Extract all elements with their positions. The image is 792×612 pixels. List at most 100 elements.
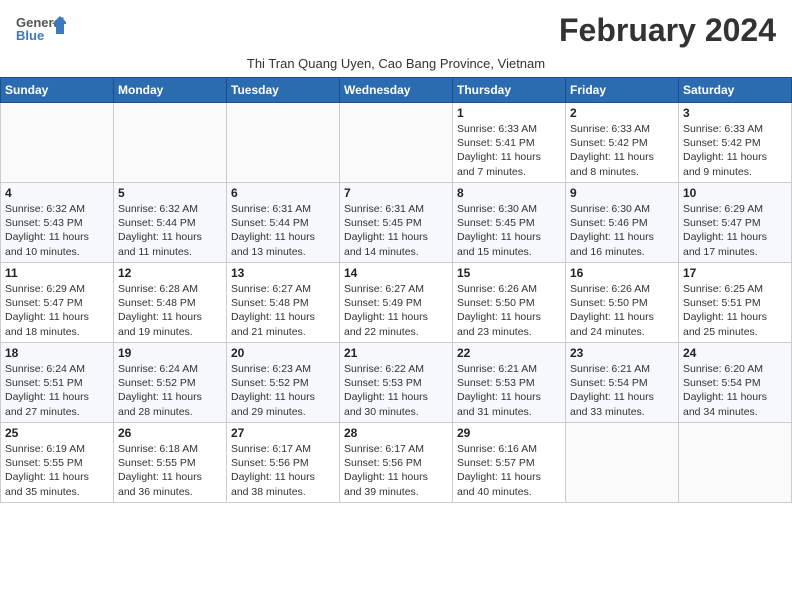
calendar-cell: 29 Sunrise: 6:16 AM Sunset: 5:57 PM Dayli… [453,423,566,503]
day-info: Sunrise: 6:26 AM Sunset: 5:50 PM Dayligh… [457,282,561,339]
day-info: Sunrise: 6:24 AM Sunset: 5:51 PM Dayligh… [5,362,109,419]
calendar-day-header: Friday [566,78,679,103]
day-info: Sunrise: 6:26 AM Sunset: 5:50 PM Dayligh… [570,282,674,339]
calendar-cell: 1 Sunrise: 6:33 AM Sunset: 5:41 PM Daylig… [453,103,566,183]
calendar-week-row: 4 Sunrise: 6:32 AM Sunset: 5:43 PM Daylig… [1,183,792,263]
calendar-day-header: Tuesday [227,78,340,103]
svg-text:Blue: Blue [16,28,44,43]
day-info: Sunrise: 6:31 AM Sunset: 5:45 PM Dayligh… [344,202,448,259]
calendar-cell: 17 Sunrise: 6:25 AM Sunset: 5:51 PM Dayli… [679,263,792,343]
day-info: Sunrise: 6:33 AM Sunset: 5:42 PM Dayligh… [683,122,787,179]
day-number: 8 [457,186,561,200]
calendar-week-row: 11 Sunrise: 6:29 AM Sunset: 5:47 PM Dayli… [1,263,792,343]
day-info: Sunrise: 6:22 AM Sunset: 5:53 PM Dayligh… [344,362,448,419]
calendar-cell [566,423,679,503]
calendar-cell: 10Sunrise: 6:29 AM Sunset: 5:47 PM Dayli… [679,183,792,263]
calendar-cell: 28Sunrise: 6:17 AM Sunset: 5:56 PM Dayli… [340,423,453,503]
calendar-cell [114,103,227,183]
day-number: 23 [570,346,674,360]
day-info: Sunrise: 6:16 AM Sunset: 5:57 PM Dayligh… [457,442,561,499]
day-info: Sunrise: 6:27 AM Sunset: 5:49 PM Dayligh… [344,282,448,339]
day-info: Sunrise: 6:17 AM Sunset: 5:56 PM Dayligh… [231,442,335,499]
day-number: 17 [683,266,787,280]
day-number: 29 [457,426,561,440]
day-number: 24 [683,346,787,360]
calendar-cell: 20 Sunrise: 6:23 AM Sunset: 5:52 PM Dayli… [227,343,340,423]
day-number: 20 [231,346,335,360]
calendar-cell: 4 Sunrise: 6:32 AM Sunset: 5:43 PM Daylig… [1,183,114,263]
calendar-cell: 15 Sunrise: 6:26 AM Sunset: 5:50 PM Dayli… [453,263,566,343]
calendar-cell: 5Sunrise: 6:32 AM Sunset: 5:44 PM Daylig… [114,183,227,263]
calendar-cell [340,103,453,183]
month-title: February 2024 [559,12,776,49]
day-number: 15 [457,266,561,280]
calendar-cell: 11 Sunrise: 6:29 AM Sunset: 5:47 PM Dayli… [1,263,114,343]
header-right: February 2024 [559,12,776,49]
calendar-cell: 7 Sunrise: 6:31 AM Sunset: 5:45 PM Daylig… [340,183,453,263]
calendar-cell: 12Sunrise: 6:28 AM Sunset: 5:48 PM Dayli… [114,263,227,343]
day-number: 22 [457,346,561,360]
day-number: 4 [5,186,109,200]
calendar-cell: 8 Sunrise: 6:30 AM Sunset: 5:45 PM Daylig… [453,183,566,263]
day-info: Sunrise: 6:27 AM Sunset: 5:48 PM Dayligh… [231,282,335,339]
day-info: Sunrise: 6:33 AM Sunset: 5:41 PM Dayligh… [457,122,561,179]
calendar-cell: 16 Sunrise: 6:26 AM Sunset: 5:50 PM Dayli… [566,263,679,343]
calendar-cell: 2 Sunrise: 6:33 AM Sunset: 5:42 PM Daylig… [566,103,679,183]
calendar-cell: 6 Sunrise: 6:31 AM Sunset: 5:44 PM Daylig… [227,183,340,263]
day-number: 16 [570,266,674,280]
day-number: 11 [5,266,109,280]
day-number: 7 [344,186,448,200]
day-number: 1 [457,106,561,120]
calendar-cell: 19 Sunrise: 6:24 AM Sunset: 5:52 PM Dayli… [114,343,227,423]
day-info: Sunrise: 6:29 AM Sunset: 5:47 PM Dayligh… [5,282,109,339]
day-number: 6 [231,186,335,200]
day-info: Sunrise: 6:18 AM Sunset: 5:55 PM Dayligh… [118,442,222,499]
calendar-cell: 14 Sunrise: 6:27 AM Sunset: 5:49 PM Dayli… [340,263,453,343]
day-info: Sunrise: 6:28 AM Sunset: 5:48 PM Dayligh… [118,282,222,339]
calendar-day-header: Saturday [679,78,792,103]
day-number: 18 [5,346,109,360]
calendar-cell: 3 Sunrise: 6:33 AM Sunset: 5:42 PM Daylig… [679,103,792,183]
day-number: 25 [5,426,109,440]
day-info: Sunrise: 6:30 AM Sunset: 5:46 PM Dayligh… [570,202,674,259]
calendar-cell: 22Sunrise: 6:21 AM Sunset: 5:53 PM Dayli… [453,343,566,423]
calendar-cell: 13 Sunrise: 6:27 AM Sunset: 5:48 PM Dayli… [227,263,340,343]
day-number: 10 [683,186,787,200]
calendar-day-header: Sunday [1,78,114,103]
calendar-cell: 27 Sunrise: 6:17 AM Sunset: 5:56 PM Dayli… [227,423,340,503]
calendar-cell: 23 Sunrise: 6:21 AM Sunset: 5:54 PM Dayli… [566,343,679,423]
day-info: Sunrise: 6:19 AM Sunset: 5:55 PM Dayligh… [5,442,109,499]
day-info: Sunrise: 6:25 AM Sunset: 5:51 PM Dayligh… [683,282,787,339]
day-info: Sunrise: 6:21 AM Sunset: 5:54 PM Dayligh… [570,362,674,419]
calendar-cell [679,423,792,503]
day-number: 27 [231,426,335,440]
day-info: Sunrise: 6:30 AM Sunset: 5:45 PM Dayligh… [457,202,561,259]
calendar-cell: 26Sunrise: 6:18 AM Sunset: 5:55 PM Dayli… [114,423,227,503]
calendar-cell: 24Sunrise: 6:20 AM Sunset: 5:54 PM Dayli… [679,343,792,423]
subtitle: Thi Tran Quang Uyen, Cao Bang Province, … [0,56,792,77]
day-number: 14 [344,266,448,280]
calendar-week-row: 25 Sunrise: 6:19 AM Sunset: 5:55 PM Dayli… [1,423,792,503]
day-info: Sunrise: 6:17 AM Sunset: 5:56 PM Dayligh… [344,442,448,499]
day-number: 13 [231,266,335,280]
calendar-week-row: 18 Sunrise: 6:24 AM Sunset: 5:51 PM Dayli… [1,343,792,423]
day-info: Sunrise: 6:23 AM Sunset: 5:52 PM Dayligh… [231,362,335,419]
logo: General Blue [16,12,66,52]
calendar-cell: 21Sunrise: 6:22 AM Sunset: 5:53 PM Dayli… [340,343,453,423]
calendar-day-header: Monday [114,78,227,103]
calendar-header-row: SundayMondayTuesdayWednesdayThursdayFrid… [1,78,792,103]
calendar-cell [1,103,114,183]
day-info: Sunrise: 6:32 AM Sunset: 5:43 PM Dayligh… [5,202,109,259]
day-info: Sunrise: 6:24 AM Sunset: 5:52 PM Dayligh… [118,362,222,419]
day-number: 3 [683,106,787,120]
calendar-day-header: Thursday [453,78,566,103]
day-number: 2 [570,106,674,120]
calendar-cell: 9Sunrise: 6:30 AM Sunset: 5:46 PM Daylig… [566,183,679,263]
calendar-cell: 25 Sunrise: 6:19 AM Sunset: 5:55 PM Dayli… [1,423,114,503]
logo-svg: General Blue [16,12,66,52]
day-info: Sunrise: 6:32 AM Sunset: 5:44 PM Dayligh… [118,202,222,259]
day-info: Sunrise: 6:33 AM Sunset: 5:42 PM Dayligh… [570,122,674,179]
day-number: 19 [118,346,222,360]
calendar-cell: 18 Sunrise: 6:24 AM Sunset: 5:51 PM Dayli… [1,343,114,423]
day-info: Sunrise: 6:31 AM Sunset: 5:44 PM Dayligh… [231,202,335,259]
